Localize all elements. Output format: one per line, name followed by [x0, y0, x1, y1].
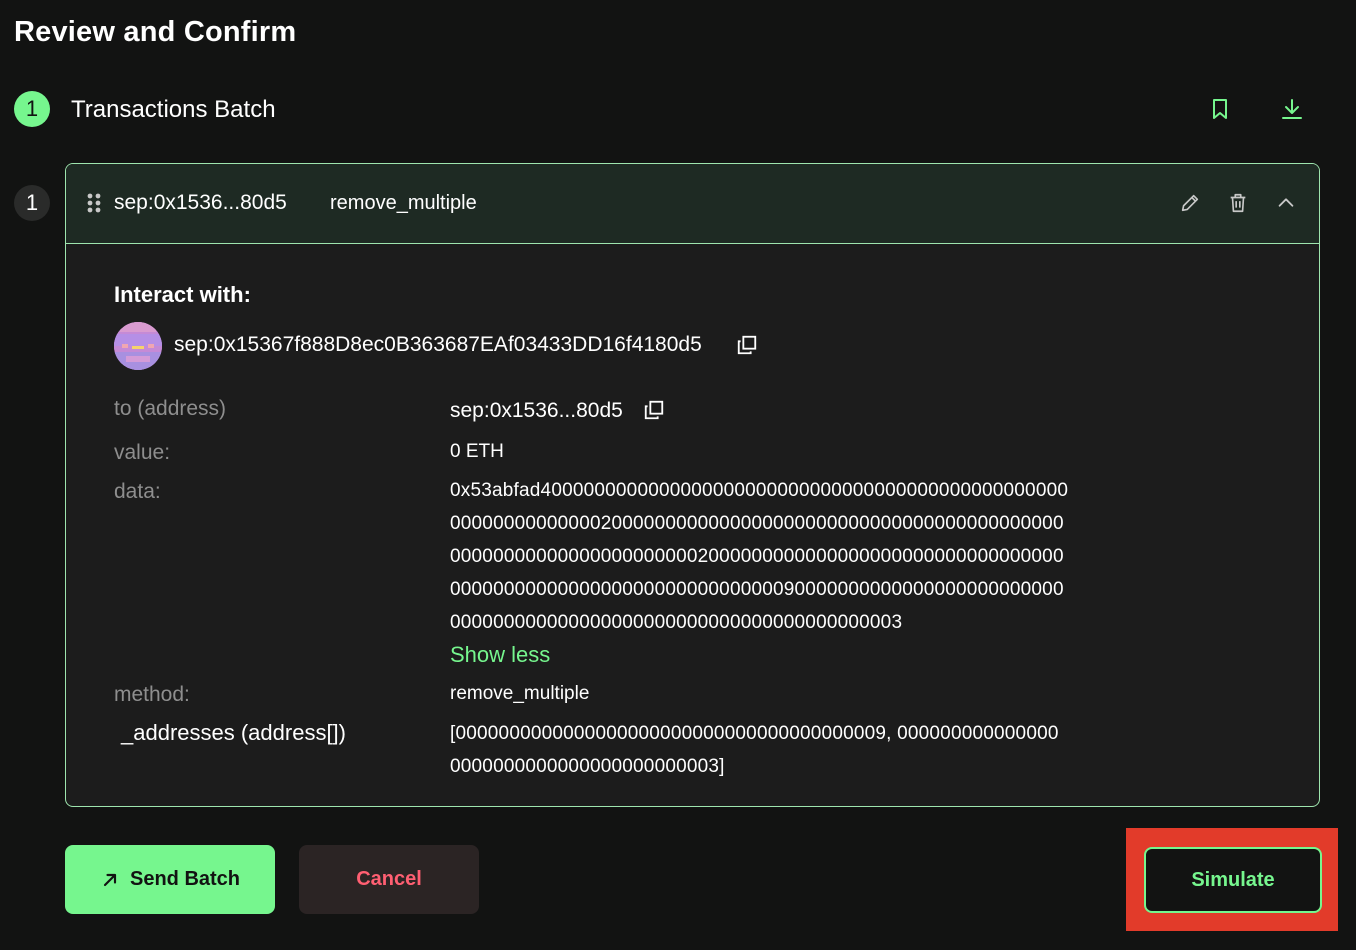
data-line: 0000000000000000000000000000000900000000…	[450, 579, 1064, 600]
to-address-label: to (address)	[114, 397, 227, 420]
data-label: data:	[114, 480, 161, 503]
drag-handle-icon[interactable]	[86, 192, 102, 214]
addresses-param-label: _addresses (address[])	[121, 720, 346, 745]
transaction-index-badge: 1	[14, 185, 50, 221]
method-value: remove_multiple	[450, 683, 590, 704]
trash-icon	[1230, 193, 1246, 213]
step-number-badge: 1	[14, 91, 50, 127]
arrow-up-right-icon	[100, 870, 120, 890]
step-row: 1 Transactions Batch	[14, 91, 1334, 129]
collapse-transaction-button[interactable]	[1272, 189, 1300, 217]
bookmark-icon	[1213, 99, 1227, 119]
transaction-card: sep:0x1536...80d5 remove_multiple Intera…	[65, 163, 1320, 807]
addresses-param-value: [000000000000000000000000000000000000000…	[450, 717, 1059, 783]
avatar	[114, 322, 162, 370]
method-label: method:	[114, 683, 190, 706]
copy-icon	[644, 400, 664, 420]
copy-to-address-button[interactable]	[642, 398, 666, 422]
transaction-short-address: sep:0x1536...80d5	[114, 191, 287, 214]
download-icon	[1282, 99, 1302, 119]
copy-icon	[737, 335, 757, 355]
download-button[interactable]	[1278, 95, 1306, 123]
interact-full-address: sep:0x15367f888D8ec0B363687EAf03433DD16f…	[174, 333, 702, 356]
transaction-card-header[interactable]: sep:0x1536...80d5 remove_multiple	[66, 164, 1319, 244]
edit-transaction-button[interactable]	[1176, 189, 1204, 217]
chevron-up-icon	[1278, 198, 1294, 207]
pencil-icon	[1181, 194, 1199, 212]
delete-transaction-button[interactable]	[1224, 189, 1252, 217]
data-value: 0x53abfad4000000000000000000000000000000…	[450, 474, 1068, 639]
param-line: 0000000000000000000000003]	[450, 756, 725, 777]
page-title: Review and Confirm	[14, 16, 297, 48]
step-title: Transactions Batch	[71, 96, 276, 123]
show-less-link[interactable]: Show less	[450, 642, 550, 668]
data-line: 0000000000000000000000000000000000000000…	[450, 612, 903, 633]
param-line: [000000000000000000000000000000000000000…	[450, 723, 1059, 744]
bookmark-button[interactable]	[1206, 95, 1234, 123]
simulate-button[interactable]: Simulate	[1144, 847, 1322, 913]
cancel-button[interactable]: Cancel	[299, 845, 479, 914]
copy-address-button[interactable]	[734, 332, 760, 358]
transaction-method-name: remove_multiple	[330, 192, 477, 214]
data-line: 0000000000000000000000020000000000000000…	[450, 546, 1064, 567]
data-line: 0000000000000020000000000000000000000000…	[450, 513, 1064, 534]
interact-with-label: Interact with:	[114, 282, 251, 307]
value-amount: 0 ETH	[450, 441, 504, 462]
data-line: 0x53abfad4000000000000000000000000000000…	[450, 480, 1069, 501]
to-address-value: sep:0x1536...80d5	[450, 399, 623, 422]
send-batch-button[interactable]: Send Batch	[65, 845, 275, 914]
value-label: value:	[114, 441, 171, 464]
send-batch-label: Send Batch	[129, 868, 241, 890]
